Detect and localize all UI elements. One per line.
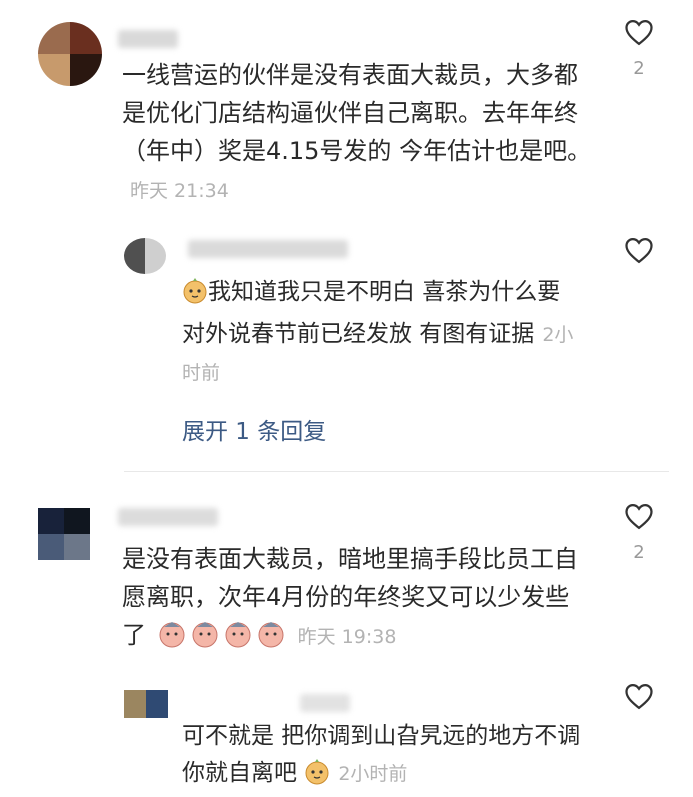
reply-text: 我知道我只是不明白 喜茶为什么要对外说春节前已经发放 有图有证据 2小时前: [182, 274, 582, 392]
avatar[interactable]: [124, 238, 166, 274]
username-redacted[interactable]: [118, 30, 178, 48]
face-emoji-icon: [158, 620, 290, 659]
avatar[interactable]: [38, 508, 90, 560]
comment-text: 是没有表面大裁员，暗地里搞手段比员工自愿离职，次年4月份的年终奖又可以少发些了 …: [122, 540, 592, 659]
heart-outline-icon: [625, 237, 653, 264]
username-redacted[interactable]: [300, 694, 350, 712]
like-count: 2: [633, 542, 645, 563]
username-redacted[interactable]: [118, 508, 218, 526]
username-redacted[interactable]: [188, 240, 348, 258]
reply-body: 我知道我只是不明白 喜茶为什么要对外说春节前已经发放 有图有证据: [182, 279, 561, 347]
face-emoji-icon: [304, 759, 330, 797]
heart-outline-icon: [625, 19, 653, 46]
heart-outline-icon: [625, 503, 653, 530]
reply-time: 2小时前: [338, 763, 408, 785]
expand-replies-link[interactable]: 展开 1 条回复: [182, 412, 326, 446]
comment-time: 昨天 21:34: [130, 180, 229, 202]
like-button[interactable]: [622, 236, 656, 264]
face-emoji-icon: [182, 278, 208, 316]
like-button[interactable]: [622, 682, 656, 710]
avatar[interactable]: [38, 22, 102, 86]
like-count: 2: [633, 58, 645, 79]
reply-text: 可不就是 把你调到山旮旯远的地方不调你就自离吧 2小时前: [182, 718, 602, 797]
like-button[interactable]: [622, 18, 656, 46]
avatar[interactable]: [124, 690, 168, 718]
comment-time: 昨天 19:38: [297, 626, 397, 648]
divider: [124, 471, 669, 472]
comment-body: 一线营运的伙伴是没有表面大裁员，大多都是优化门店结构逼伙伴自己离职。去年年终（年…: [122, 61, 592, 165]
heart-outline-icon: [625, 683, 653, 710]
comment-text: 一线营运的伙伴是没有表面大裁员，大多都是优化门店结构逼伙伴自己离职。去年年终（年…: [122, 56, 592, 210]
like-button[interactable]: [622, 502, 656, 530]
